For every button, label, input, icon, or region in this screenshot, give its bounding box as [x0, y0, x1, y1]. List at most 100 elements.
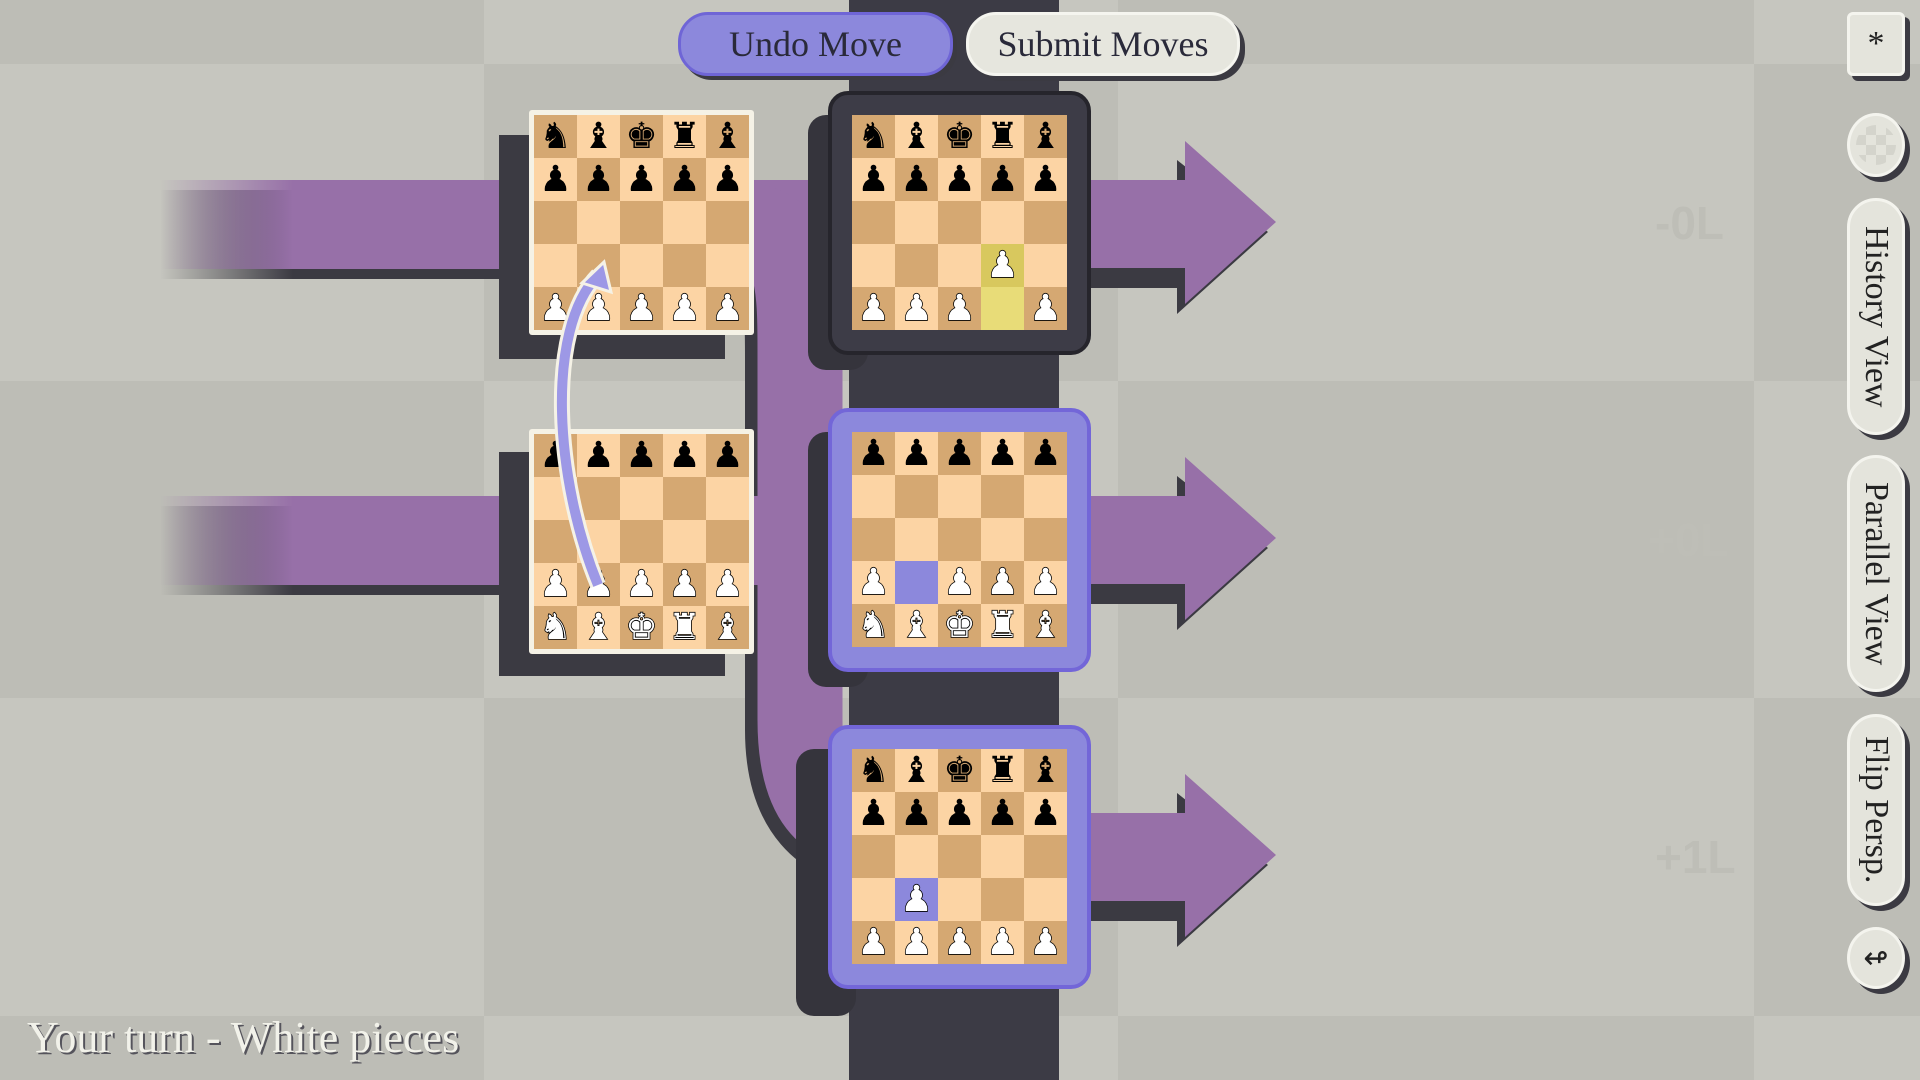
submit-moves-button[interactable]: Submit Moves: [966, 12, 1240, 76]
present-board-plus1[interactable]: ♞ ♝ ♚ ♜ ♝ ♟ ♟ ♟ ♟ ♟ ♟ ♟ ♟ ♟ ♟ ♟: [852, 749, 1067, 964]
white-king-icon[interactable]: ♚: [625, 608, 659, 646]
white-pawn-icon[interactable]: ♟: [539, 289, 573, 327]
board-square[interactable]: [852, 475, 895, 518]
white-pawn-icon[interactable]: ♟: [900, 289, 934, 327]
board-square[interactable]: ♟: [981, 244, 1024, 287]
board-square[interactable]: ♚: [938, 749, 981, 792]
board-square[interactable]: [577, 201, 620, 244]
board-square[interactable]: ♝: [1024, 604, 1067, 647]
board-square[interactable]: ♝: [706, 606, 749, 649]
black-king-icon[interactable]: ♚: [943, 118, 975, 155]
board-square[interactable]: ♟: [938, 921, 981, 964]
black-pawn-icon[interactable]: ♟: [539, 437, 571, 474]
black-pawn-icon[interactable]: ♟: [943, 435, 975, 472]
white-bishop-icon[interactable]: ♝: [711, 608, 745, 646]
board-square[interactable]: [981, 287, 1024, 330]
board-square[interactable]: ♟: [620, 563, 663, 606]
back-button[interactable]: ↫: [1847, 927, 1905, 989]
black-pawn-icon[interactable]: ♟: [900, 795, 932, 832]
board-square[interactable]: [938, 244, 981, 287]
black-pawn-icon[interactable]: ♟: [943, 161, 975, 198]
black-bishop-icon[interactable]: ♝: [900, 752, 932, 789]
board-square[interactable]: [577, 520, 620, 563]
white-pawn-icon[interactable]: ♟: [625, 565, 659, 603]
board-square[interactable]: [1024, 878, 1067, 921]
white-pawn-icon[interactable]: ♟: [857, 563, 891, 601]
white-pawn-icon[interactable]: ♟: [711, 565, 745, 603]
board-square[interactable]: [620, 520, 663, 563]
board-square[interactable]: ♝: [895, 604, 938, 647]
white-pawn-icon[interactable]: ♟: [668, 565, 702, 603]
board-square[interactable]: ♞: [852, 749, 895, 792]
black-king-icon[interactable]: ♚: [943, 752, 975, 789]
board-square[interactable]: ♜: [981, 604, 1024, 647]
board-square[interactable]: [1024, 518, 1067, 561]
history-view-button[interactable]: History View: [1847, 198, 1905, 435]
board-square[interactable]: ♟: [852, 158, 895, 201]
board-square[interactable]: ♟: [534, 563, 577, 606]
white-pawn-icon[interactable]: ♟: [857, 923, 891, 961]
white-pawn-icon[interactable]: ♟: [1029, 563, 1063, 601]
board-square[interactable]: [620, 201, 663, 244]
board-square[interactable]: ♟: [1024, 432, 1067, 475]
board-square[interactable]: ♟: [895, 287, 938, 330]
black-pawn-icon[interactable]: ♟: [625, 161, 657, 198]
black-bishop-icon[interactable]: ♝: [582, 118, 614, 155]
board-square[interactable]: ♟: [981, 792, 1024, 835]
white-pawn-icon[interactable]: ♟: [943, 289, 977, 327]
board-square[interactable]: ♟: [852, 792, 895, 835]
board-square[interactable]: [895, 518, 938, 561]
black-pawn-icon[interactable]: ♟: [582, 161, 614, 198]
board-square[interactable]: ♟: [620, 287, 663, 330]
board-square[interactable]: ♟: [706, 434, 749, 477]
white-knight-icon[interactable]: ♞: [539, 608, 573, 646]
board-square[interactable]: [534, 201, 577, 244]
black-pawn-icon[interactable]: ♟: [943, 795, 975, 832]
black-pawn-icon[interactable]: ♟: [539, 161, 571, 198]
board-square[interactable]: [663, 201, 706, 244]
board-square[interactable]: ♟: [577, 158, 620, 201]
board-square[interactable]: ♟: [938, 158, 981, 201]
black-pawn-icon[interactable]: ♟: [986, 161, 1018, 198]
white-rook-icon[interactable]: ♜: [986, 606, 1020, 644]
board-square[interactable]: [1024, 201, 1067, 244]
board-square[interactable]: ♟: [895, 921, 938, 964]
board-square[interactable]: [620, 244, 663, 287]
black-bishop-icon[interactable]: ♝: [900, 118, 932, 155]
black-pawn-icon[interactable]: ♟: [582, 437, 614, 474]
board-square[interactable]: ♟: [895, 878, 938, 921]
board-square[interactable]: ♝: [577, 115, 620, 158]
board-square[interactable]: ♟: [1024, 561, 1067, 604]
present-board-minus0[interactable]: ♞ ♝ ♚ ♜ ♝ ♟ ♟ ♟ ♟ ♟ ♟ ♟ ♟ ♟ ♟: [852, 115, 1067, 330]
board-square[interactable]: ♚: [938, 604, 981, 647]
board-square[interactable]: ♟: [706, 158, 749, 201]
board-square[interactable]: [938, 835, 981, 878]
white-pawn-icon[interactable]: ♟: [857, 289, 891, 327]
board-square[interactable]: ♜: [981, 749, 1024, 792]
board-square[interactable]: [938, 475, 981, 518]
white-pawn-icon[interactable]: ♟: [539, 565, 573, 603]
board-square[interactable]: ♟: [938, 432, 981, 475]
settings-asterisk-button[interactable]: *: [1847, 12, 1905, 76]
past-board-top[interactable]: ♞ ♝ ♚ ♜ ♝ ♟ ♟ ♟ ♟ ♟ ♟ ♟ ♟ ♟ ♟: [534, 115, 749, 330]
board-square[interactable]: ♟: [981, 432, 1024, 475]
board-square[interactable]: [981, 518, 1024, 561]
board-square[interactable]: ♝: [706, 115, 749, 158]
board-square[interactable]: ♟: [981, 921, 1024, 964]
board-square[interactable]: [852, 518, 895, 561]
board-square[interactable]: [938, 518, 981, 561]
white-pawn-icon[interactable]: ♟: [668, 289, 702, 327]
board-square[interactable]: [852, 244, 895, 287]
flip-perspective-button[interactable]: Flip Persp.: [1847, 714, 1905, 906]
white-pawn-icon[interactable]: ♟: [943, 563, 977, 601]
black-king-icon[interactable]: ♚: [625, 118, 657, 155]
board-square[interactable]: [981, 475, 1024, 518]
black-pawn-icon[interactable]: ♟: [986, 795, 1018, 832]
black-pawn-icon[interactable]: ♟: [1029, 435, 1061, 472]
black-knight-icon[interactable]: ♞: [857, 118, 889, 155]
board-square[interactable]: ♝: [895, 115, 938, 158]
black-pawn-icon[interactable]: ♟: [900, 161, 932, 198]
board-square[interactable]: ♜: [663, 115, 706, 158]
board-square[interactable]: ♟: [1024, 792, 1067, 835]
black-pawn-icon[interactable]: ♟: [900, 435, 932, 472]
